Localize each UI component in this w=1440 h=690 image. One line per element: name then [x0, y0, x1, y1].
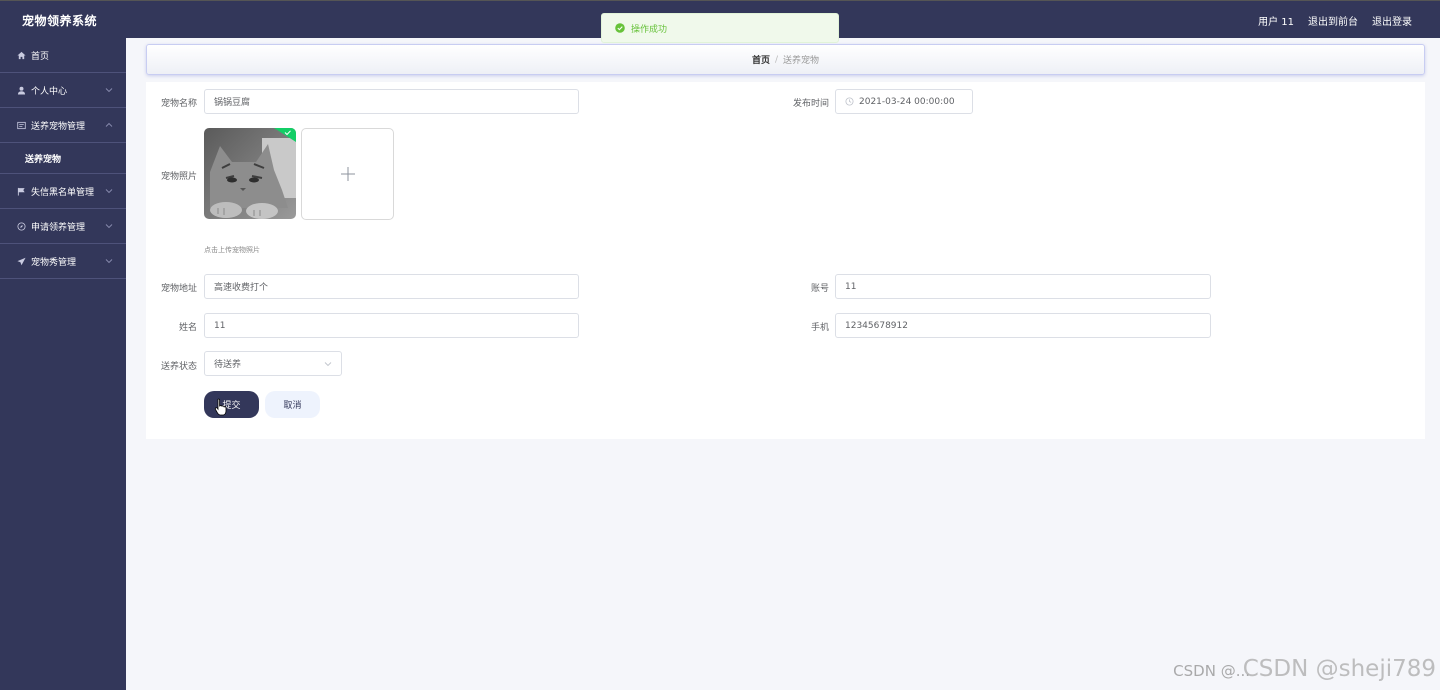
chevron-down-icon — [105, 189, 113, 194]
chevron-down-icon — [105, 224, 113, 229]
account-input[interactable]: 11 — [835, 274, 1211, 299]
name-label: 姓名 — [178, 323, 197, 333]
sidebar-item-pet-show[interactable]: 宠物秀管理 — [0, 244, 126, 279]
chevron-down-icon — [324, 362, 332, 367]
app-title: 宠物领养系统 — [22, 14, 98, 28]
pet-address-value: 高速收费打个 — [214, 283, 269, 293]
sidebar-item-label: 送养宠物管理 — [31, 121, 86, 132]
status-value: 待送养 — [214, 360, 242, 370]
plus-icon — [340, 167, 355, 181]
status-select[interactable]: 待送养 — [204, 351, 342, 376]
phone-label: 手机 — [810, 323, 829, 333]
pet-address-input[interactable]: 高速收费打个 — [204, 274, 579, 299]
chevron-down-icon — [105, 259, 113, 264]
user-icon — [16, 85, 26, 95]
clock-icon — [845, 97, 854, 106]
pet-address-label: 宠物地址 — [160, 284, 197, 294]
sidebar-item-label: 宠物秀管理 — [31, 257, 77, 268]
sidebar-item-label: 首页 — [31, 51, 50, 62]
sidebar-item-label: 送养宠物 — [25, 154, 62, 165]
sidebar-item-apply-manage[interactable]: 申请领养管理 — [0, 209, 126, 244]
sidebar-item-label: 个人中心 — [31, 86, 68, 97]
front-link[interactable]: 退出到前台 — [1308, 13, 1358, 28]
sidebar-item-adopt-manage[interactable]: 送养宠物管理 — [0, 108, 126, 143]
publish-time-input[interactable]: 2021-03-24 00:00:00 — [835, 89, 973, 114]
chevron-up-icon — [105, 122, 113, 127]
cancel-label: 取消 — [283, 401, 302, 411]
publish-time-value: 2021-03-24 00:00:00 — [859, 96, 955, 107]
phone-value: 12345678912 — [845, 320, 908, 331]
name-input[interactable]: 11 — [204, 313, 579, 338]
chevron-down-icon — [105, 88, 113, 93]
sidebar-item-blacklist[interactable]: 失信黑名单管理 — [0, 174, 126, 209]
header-actions: 用户 11 退出到前台 退出登录 — [1258, 13, 1412, 28]
upload-hint: 点击上传宠物照片 — [204, 246, 260, 254]
cat-photo — [204, 128, 296, 219]
breadcrumb-home[interactable]: 首页 — [752, 53, 770, 66]
pet-photo-label: 宠物照片 — [160, 172, 197, 182]
sidebar: 首页 个人中心 送养宠物管理 送养宠物 失信黑名单管理 申请领养管理 宠物秀管理 — [0, 38, 126, 690]
toast-message: 操作成功 — [631, 24, 668, 35]
sidebar-item-label: 申请领养管理 — [31, 222, 86, 233]
phone-input[interactable]: 12345678912 — [835, 313, 1211, 338]
flag-icon — [16, 186, 26, 196]
list-icon — [16, 120, 26, 130]
check-circle-icon — [615, 23, 625, 33]
upload-add-button[interactable] — [301, 128, 394, 220]
publish-time-label: 发布时间 — [792, 99, 829, 109]
account-label: 账号 — [810, 284, 829, 294]
pet-photo-thumbnail[interactable] — [204, 128, 296, 219]
sidebar-item-label: 失信黑名单管理 — [31, 187, 95, 198]
watermark: CSDN @sheji789 — [1242, 656, 1436, 682]
breadcrumb-separator: / — [774, 54, 779, 65]
sidebar-item-personal[interactable]: 个人中心 — [0, 73, 126, 108]
name-value: 11 — [214, 320, 226, 331]
user-label[interactable]: 用户 11 — [1258, 13, 1294, 28]
sidebar-item-home[interactable]: 首页 — [0, 38, 126, 73]
account-value: 11 — [845, 281, 857, 292]
send-icon — [16, 256, 26, 266]
success-toast: 操作成功 — [601, 13, 839, 43]
logout-link[interactable]: 退出登录 — [1372, 13, 1412, 28]
pet-name-value: 锅锅豆腐 — [214, 98, 251, 108]
form-panel: 宠物名称 锅锅豆腐 发布时间 2021-03-24 00:00:00 宠物照片 — [146, 82, 1425, 439]
compass-icon — [16, 221, 26, 231]
hand-cursor-icon — [214, 398, 227, 416]
watermark-small: CSDN @... — [1173, 662, 1250, 680]
breadcrumb: 首页 / 送养宠物 — [146, 44, 1425, 75]
pet-name-input[interactable]: 锅锅豆腐 — [204, 89, 579, 114]
pet-name-label: 宠物名称 — [160, 99, 197, 109]
home-icon — [16, 50, 26, 60]
status-label: 送养状态 — [160, 362, 197, 372]
sidebar-subitem-adopt-pets[interactable]: 送养宠物 — [0, 143, 126, 174]
cancel-button[interactable]: 取消 — [265, 391, 320, 418]
breadcrumb-current: 送养宠物 — [783, 56, 820, 66]
submit-button[interactable]: 提交 — [204, 391, 259, 418]
